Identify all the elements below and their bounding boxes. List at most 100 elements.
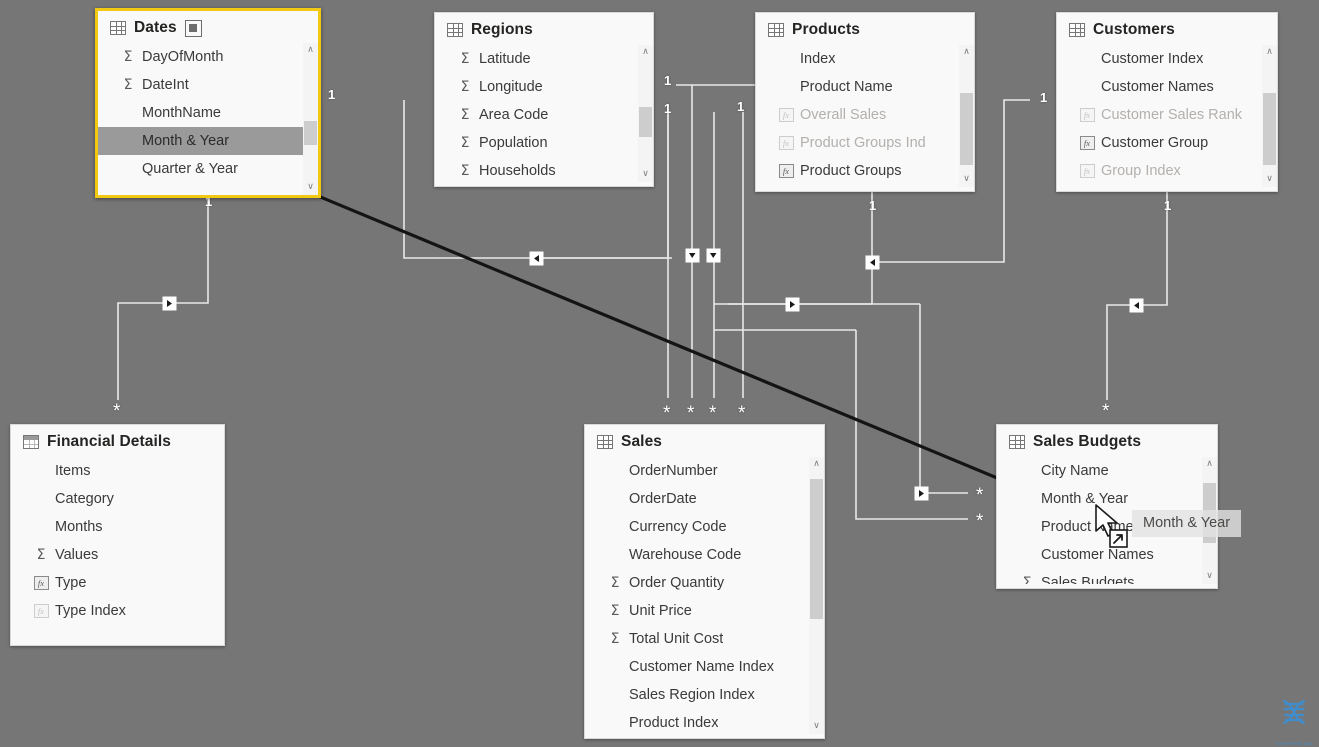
table-scrollbar[interactable]: ∧ ∨	[1262, 45, 1277, 187]
table-field[interactable]: fx Type Index	[11, 597, 224, 625]
field-label: Group Index	[1101, 163, 1181, 179]
table-header-dates[interactable]: Dates	[98, 11, 318, 43]
table-field[interactable]: Σ Population	[435, 129, 653, 157]
mark-as-date-table-icon[interactable]	[184, 19, 202, 37]
table-header-customers[interactable]: Customers	[1057, 13, 1277, 45]
table-card-dates[interactable]: Dates Σ DayOfMonth Σ DateInt MonthName Month &…	[95, 8, 321, 198]
table-field-list-sales-budgets[interactable]: City Name Month & Year Product Name Custome…	[997, 457, 1217, 584]
cardinality-one-label: 1	[328, 87, 336, 102]
table-field[interactable]: fx Product Groups Ind	[756, 129, 974, 157]
field-label: Customer Name Index	[629, 659, 775, 675]
table-field[interactable]: Month & Year	[997, 485, 1217, 513]
table-card-financial-details[interactable]: Financial Details Items Category Months Σ Val…	[10, 424, 225, 646]
scrollbar-thumb[interactable]	[960, 93, 973, 165]
table-field-list-customers[interactable]: Customer Index Customer Names fx Customer S…	[1057, 45, 1277, 187]
table-field[interactable]: Σ Total Unit Cost	[585, 625, 824, 653]
scroll-up-icon[interactable]: ∧	[959, 45, 974, 60]
table-field[interactable]: fx Customer Sales Rank	[1057, 101, 1277, 129]
table-field[interactable]: Σ Households	[435, 157, 653, 182]
table-field[interactable]: Product Name	[997, 513, 1217, 541]
cardinality-one-label: 1	[1040, 90, 1048, 105]
table-field[interactable]: Month & Year	[98, 127, 318, 155]
scroll-down-icon[interactable]: ∨	[1262, 172, 1277, 187]
table-field[interactable]: Product Index	[585, 709, 824, 734]
table-scrollbar[interactable]: ∧ ∨	[1202, 457, 1217, 584]
field-label: Customer Group	[1101, 135, 1209, 151]
table-field-list-products[interactable]: Index Product Name fx Overall Sales fx Produc…	[756, 45, 974, 187]
scroll-down-icon[interactable]: ∨	[303, 180, 318, 195]
table-card-sales-budgets[interactable]: Sales Budgets City Name Month & Year Produc…	[996, 424, 1218, 589]
field-label: Product Name	[1041, 519, 1134, 535]
table-field[interactable]: City Name	[997, 457, 1217, 485]
table-header-regions[interactable]: Regions	[435, 13, 653, 45]
scroll-up-icon[interactable]: ∧	[638, 45, 653, 60]
table-header-sales[interactable]: Sales	[585, 425, 824, 457]
field-label: Warehouse Code	[629, 547, 742, 563]
table-field-list-regions[interactable]: Σ Latitude Σ Longitude Σ Area Code Σ Population…	[435, 45, 653, 182]
model-view-canvas[interactable]: 11111111 * * * * * * * * Dates Σ DayOfMonth Σ DateI…	[0, 0, 1319, 747]
field-icon-none	[1079, 51, 1095, 67]
table-field-list-financial-details[interactable]: Items Category Months Σ Values fx Type fx Type I…	[11, 457, 224, 641]
scroll-down-icon[interactable]: ∨	[809, 719, 824, 734]
table-field[interactable]: fx Overall Sales	[756, 101, 974, 129]
table-field[interactable]: Σ Latitude	[435, 45, 653, 73]
table-field[interactable]: Σ Unit Price	[585, 597, 824, 625]
table-field[interactable]: Currency Code	[585, 513, 824, 541]
table-card-regions[interactable]: Regions Σ Latitude Σ Longitude Σ Area Code Σ Pop…	[434, 12, 654, 187]
scrollbar-thumb[interactable]	[1203, 483, 1216, 543]
table-field[interactable]: Sales Region Index	[585, 681, 824, 709]
scroll-down-icon[interactable]: ∨	[1202, 569, 1217, 584]
table-card-products[interactable]: Products Index Product Name fx Overall Sales…	[755, 12, 975, 192]
cardinality-one-label: 1	[737, 99, 745, 114]
table-scrollbar[interactable]: ∧ ∨	[638, 45, 653, 182]
scroll-up-icon[interactable]: ∧	[809, 457, 824, 472]
table-field[interactable]: Product Name	[756, 73, 974, 101]
table-field[interactable]: fx Group Index	[1057, 157, 1277, 185]
scroll-up-icon[interactable]: ∧	[303, 43, 318, 58]
scroll-up-icon[interactable]: ∧	[1202, 457, 1217, 472]
table-scrollbar[interactable]: ∧ ∨	[959, 45, 974, 187]
table-field[interactable]: fx Customer Group	[1057, 129, 1277, 157]
table-field[interactable]: Warehouse Code	[585, 541, 824, 569]
table-field[interactable]: Σ Order Quantity	[585, 569, 824, 597]
table-field[interactable]: Customer Names	[997, 541, 1217, 569]
table-field[interactable]: Σ Longitude	[435, 73, 653, 101]
table-field[interactable]: Customer Name Index	[585, 653, 824, 681]
scrollbar-thumb[interactable]	[639, 107, 652, 137]
table-header-sales-budgets[interactable]: Sales Budgets	[997, 425, 1217, 457]
table-field[interactable]: Σ Area Code	[435, 101, 653, 129]
table-field[interactable]: Σ DateInt	[98, 71, 318, 99]
table-field[interactable]: Index	[756, 45, 974, 73]
scrollbar-thumb[interactable]	[1263, 93, 1276, 165]
table-field[interactable]: MonthName	[98, 99, 318, 127]
table-field[interactable]: OrderNumber	[585, 457, 824, 485]
field-icon-none	[120, 105, 136, 121]
table-field-list-sales[interactable]: OrderNumber OrderDate Currency Code Warehou…	[585, 457, 824, 734]
table-scrollbar[interactable]: ∧ ∨	[809, 457, 824, 734]
table-field[interactable]: fx Product Groups	[756, 157, 974, 185]
scroll-up-icon[interactable]: ∧	[1262, 45, 1277, 60]
scrollbar-thumb[interactable]	[304, 121, 317, 145]
table-field[interactable]: fx Type	[11, 569, 224, 597]
table-card-customers[interactable]: Customers Customer Index Customer Names fx C…	[1056, 12, 1278, 192]
table-field[interactable]: Customer Index	[1057, 45, 1277, 73]
table-field[interactable]: Σ Sales Budgets	[997, 569, 1217, 584]
scrollbar-thumb[interactable]	[810, 479, 823, 619]
table-field[interactable]: Months	[11, 513, 224, 541]
table-field[interactable]: Customer Names	[1057, 73, 1277, 101]
table-header-financial-details[interactable]: Financial Details	[11, 425, 224, 457]
table-field-list-dates[interactable]: Σ DayOfMonth Σ DateInt MonthName Month & Year…	[98, 43, 318, 195]
table-card-sales[interactable]: Sales OrderNumber OrderDate Currency Code Wa…	[584, 424, 825, 739]
table-field[interactable]: OrderDate	[585, 485, 824, 513]
table-title: Customers	[1093, 21, 1175, 38]
table-field[interactable]: Σ DayOfMonth	[98, 43, 318, 71]
scroll-down-icon[interactable]: ∨	[959, 172, 974, 187]
table-field[interactable]: Σ Values	[11, 541, 224, 569]
table-field[interactable]: Category	[11, 485, 224, 513]
field-label: Month & Year	[1041, 491, 1129, 507]
table-scrollbar[interactable]: ∧ ∨	[303, 43, 318, 195]
scroll-down-icon[interactable]: ∨	[638, 167, 653, 182]
table-field[interactable]: Quarter & Year	[98, 155, 318, 183]
table-header-products[interactable]: Products	[756, 13, 974, 45]
table-field[interactable]: Items	[11, 457, 224, 485]
